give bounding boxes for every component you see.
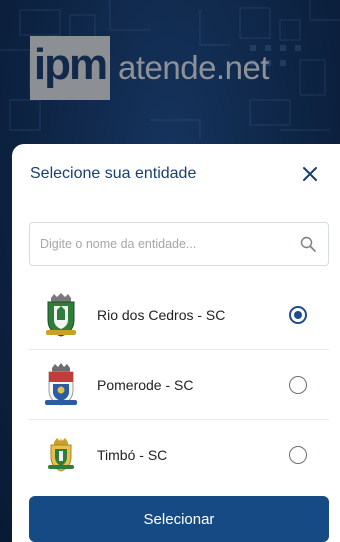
entity-label: Rio dos Cedros - SC xyxy=(97,306,226,323)
radio-unselected[interactable] xyxy=(289,446,307,464)
close-button[interactable] xyxy=(296,160,324,188)
select-button[interactable]: Selecionar xyxy=(29,496,329,542)
logo-text: atende.net xyxy=(118,49,269,86)
brand-logo: ipm atende.net xyxy=(30,36,269,100)
radio-unselected[interactable] xyxy=(289,375,307,394)
entity-label: Timbó - SC xyxy=(97,447,168,463)
entity-item-rio-dos-cedros[interactable]: Rio dos Cedros - SC xyxy=(29,280,329,350)
search-input[interactable] xyxy=(40,229,298,259)
coat-of-arms-icon xyxy=(43,432,79,478)
logo-mark: ipm xyxy=(30,36,110,100)
search-field[interactable] xyxy=(29,222,329,266)
entity-item-timbo[interactable]: Timbó - SC xyxy=(29,420,329,490)
dialog-header: Selecione sua entidade xyxy=(12,144,340,204)
entity-label: Pomerode - SC xyxy=(97,376,194,393)
entity-item-pomerode[interactable]: Pomerode - SC xyxy=(29,350,329,420)
dialog-title: Selecione sua entidade xyxy=(30,165,197,182)
coat-of-arms-icon xyxy=(43,362,79,408)
search-icon[interactable] xyxy=(298,234,318,254)
entity-list: Rio dos Cedros - SC Pomerode - SC Timbó … xyxy=(29,280,329,490)
radio-selected[interactable] xyxy=(289,305,307,324)
entity-select-dialog: Selecione sua entidade Digite o nome da … xyxy=(12,144,340,542)
close-icon xyxy=(303,167,317,181)
coat-of-arms-icon xyxy=(43,292,79,338)
